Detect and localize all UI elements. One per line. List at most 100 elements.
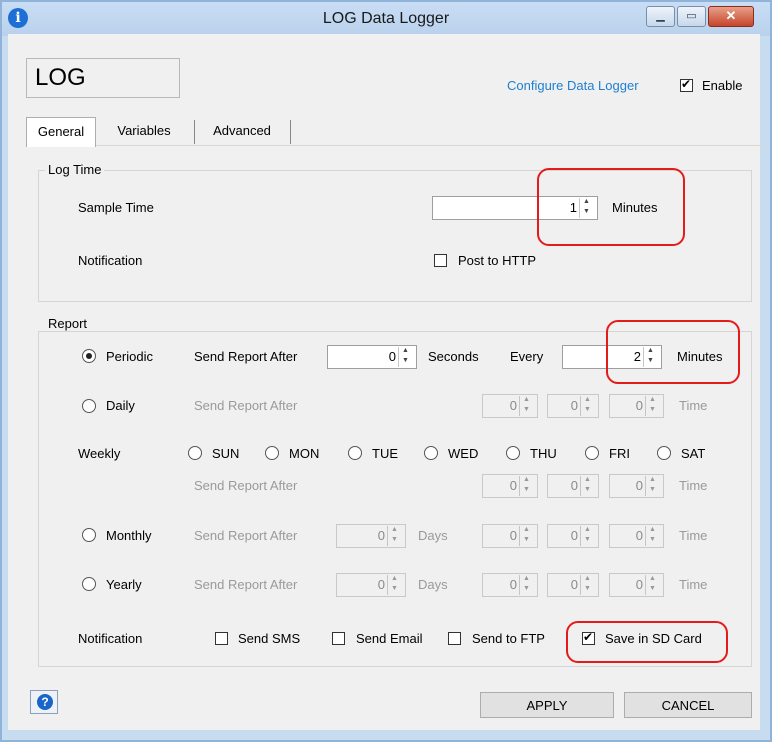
highlight-save-sd bbox=[566, 621, 728, 663]
spin-arrows-icon[interactable] bbox=[580, 526, 597, 546]
log-notification-label: Notification bbox=[78, 253, 143, 268]
title-bar[interactable]: i LOG Data Logger ▁ ▭ ✕ bbox=[2, 2, 770, 36]
weekly-hour-stepper[interactable]: 0 bbox=[482, 474, 538, 498]
monthly-radio[interactable] bbox=[82, 528, 96, 542]
configure-data-logger-link[interactable]: Configure Data Logger bbox=[507, 78, 639, 93]
send-email-label: Send Email bbox=[356, 631, 423, 646]
weekly-second-stepper[interactable]: 0 bbox=[609, 474, 664, 498]
send-sms-checkbox[interactable] bbox=[215, 632, 228, 645]
weekly-second-value: 0 bbox=[635, 478, 643, 493]
weekly-fri-radio[interactable] bbox=[585, 446, 599, 460]
tab-separator bbox=[194, 120, 195, 144]
weekly-thu-label: THU bbox=[530, 446, 557, 461]
close-icon: ✕ bbox=[725, 8, 737, 23]
spin-arrows-icon[interactable] bbox=[519, 396, 536, 416]
daily-send-after-label: Send Report After bbox=[194, 398, 298, 413]
spin-arrows-icon[interactable] bbox=[387, 575, 404, 595]
daily-radio[interactable] bbox=[82, 399, 96, 413]
spin-arrows-icon[interactable] bbox=[387, 526, 404, 546]
weekly-mon-radio[interactable] bbox=[265, 446, 279, 460]
yearly-time-label: Time bbox=[679, 577, 708, 592]
close-button[interactable]: ✕ bbox=[708, 6, 754, 27]
seconds-label: Seconds bbox=[428, 349, 479, 364]
spin-arrows-icon[interactable] bbox=[519, 526, 536, 546]
daily-hour-stepper[interactable]: 0 bbox=[482, 394, 538, 418]
weekly-sun-radio[interactable] bbox=[188, 446, 202, 460]
logger-name-field[interactable]: LOG bbox=[26, 58, 180, 98]
send-to-ftp-label: Send to FTP bbox=[472, 631, 545, 646]
yearly-second-stepper[interactable]: 0 bbox=[609, 573, 664, 597]
daily-second-value: 0 bbox=[635, 398, 643, 413]
weekly-wed-label: WED bbox=[448, 446, 479, 461]
weekly-fri-label: FRI bbox=[609, 446, 630, 461]
weekly-sat-radio[interactable] bbox=[657, 446, 671, 460]
help-button[interactable]: ? bbox=[30, 690, 58, 714]
send-email-checkbox[interactable] bbox=[332, 632, 345, 645]
enable-label: Enable bbox=[702, 78, 743, 93]
spin-arrows-icon[interactable] bbox=[398, 347, 415, 367]
tab-general[interactable]: General bbox=[26, 117, 96, 147]
weekly-thu-radio[interactable] bbox=[506, 446, 520, 460]
send-to-ftp-checkbox[interactable] bbox=[448, 632, 461, 645]
yearly-hour-value: 0 bbox=[509, 577, 517, 592]
tab-advanced[interactable]: Advanced bbox=[200, 117, 284, 145]
report-group-label: Report bbox=[45, 316, 91, 331]
minimize-button[interactable]: ▁ bbox=[646, 6, 675, 27]
sample-time-label: Sample Time bbox=[78, 200, 154, 215]
tab-variables[interactable]: Variables bbox=[104, 117, 184, 145]
enable-checkbox[interactable] bbox=[680, 77, 693, 92]
apply-button[interactable]: APPLY bbox=[480, 692, 614, 718]
monthly-hour-stepper[interactable]: 0 bbox=[482, 524, 538, 548]
monthly-time-label: Time bbox=[679, 528, 708, 543]
periodic-send-after-label: Send Report After bbox=[194, 349, 298, 364]
monthly-second-stepper[interactable]: 0 bbox=[609, 524, 664, 548]
spin-arrows-icon[interactable] bbox=[580, 476, 597, 496]
report-notification-label: Notification bbox=[78, 631, 143, 646]
periodic-label: Periodic bbox=[106, 349, 153, 364]
periodic-seconds-value: 0 bbox=[388, 349, 396, 364]
spin-arrows-icon[interactable] bbox=[580, 575, 597, 595]
yearly-hour-stepper[interactable]: 0 bbox=[482, 573, 538, 597]
weekly-tue-radio[interactable] bbox=[348, 446, 362, 460]
tab-strip-border bbox=[26, 145, 766, 146]
daily-second-stepper[interactable]: 0 bbox=[609, 394, 664, 418]
every-label: Every bbox=[510, 349, 544, 364]
weekly-minute-value: 0 bbox=[570, 478, 578, 493]
monthly-label: Monthly bbox=[106, 528, 152, 543]
yearly-days-stepper[interactable]: 0 bbox=[336, 573, 406, 597]
cancel-button[interactable]: CANCEL bbox=[624, 692, 752, 718]
yearly-radio[interactable] bbox=[82, 577, 96, 591]
spin-arrows-icon[interactable] bbox=[645, 526, 662, 546]
monthly-minute-stepper[interactable]: 0 bbox=[547, 524, 599, 548]
maximize-button[interactable]: ▭ bbox=[677, 6, 706, 27]
monthly-minute-value: 0 bbox=[570, 528, 578, 543]
maximize-icon: ▭ bbox=[686, 10, 697, 22]
monthly-days-stepper[interactable]: 0 bbox=[336, 524, 406, 548]
weekly-send-after-label: Send Report After bbox=[194, 478, 298, 493]
log-time-group-label: Log Time bbox=[45, 162, 105, 177]
yearly-days-label: Days bbox=[418, 577, 448, 592]
daily-label: Daily bbox=[106, 398, 135, 413]
spin-arrows-icon[interactable] bbox=[580, 396, 597, 416]
spin-arrows-icon[interactable] bbox=[519, 575, 536, 595]
post-to-http-checkbox[interactable] bbox=[434, 254, 447, 267]
highlight-every bbox=[606, 320, 740, 384]
yearly-minute-stepper[interactable]: 0 bbox=[547, 573, 599, 597]
tab-separator bbox=[290, 120, 291, 144]
send-sms-label: Send SMS bbox=[238, 631, 301, 646]
yearly-send-after-label: Send Report After bbox=[194, 577, 298, 592]
monthly-days-value: 0 bbox=[377, 528, 385, 543]
monthly-second-value: 0 bbox=[635, 528, 643, 543]
daily-minute-stepper[interactable]: 0 bbox=[547, 394, 599, 418]
periodic-seconds-stepper[interactable]: 0 bbox=[327, 345, 417, 369]
weekly-wed-radio[interactable] bbox=[424, 446, 438, 460]
monthly-days-label: Days bbox=[418, 528, 448, 543]
spin-arrows-icon[interactable] bbox=[645, 396, 662, 416]
yearly-second-value: 0 bbox=[635, 577, 643, 592]
post-to-http-label: Post to HTTP bbox=[458, 253, 537, 268]
spin-arrows-icon[interactable] bbox=[645, 476, 662, 496]
weekly-minute-stepper[interactable]: 0 bbox=[547, 474, 599, 498]
spin-arrows-icon[interactable] bbox=[645, 575, 662, 595]
spin-arrows-icon[interactable] bbox=[519, 476, 536, 496]
periodic-radio[interactable] bbox=[82, 349, 96, 363]
